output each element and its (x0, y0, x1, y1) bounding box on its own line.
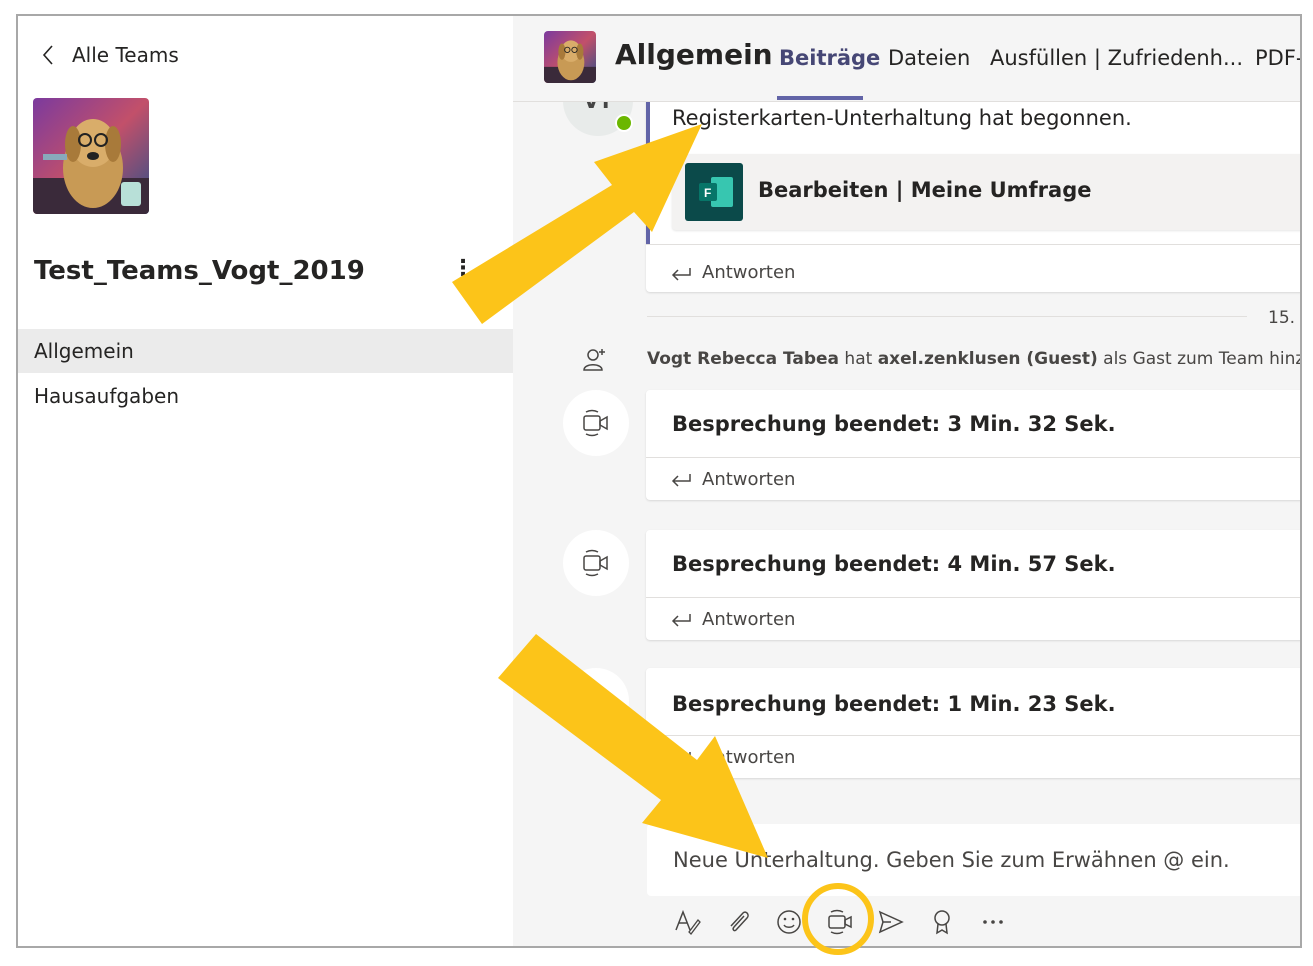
channel-avatar (544, 31, 596, 83)
more-icon (983, 920, 1003, 924)
format-icon (675, 909, 701, 935)
svg-text:F: F (704, 186, 711, 200)
attach-button[interactable] (718, 902, 758, 942)
emoji-icon (777, 910, 801, 934)
team-more-options[interactable]: ⋮ (452, 256, 474, 281)
more-options-button[interactable] (973, 902, 1013, 942)
meeting-card: Besprechung beendet: 4 Min. 57 Sek. Antw… (646, 530, 1300, 640)
compose-toolbar (667, 902, 1024, 942)
chevron-left-icon (42, 45, 53, 65)
add-guest-icon (583, 349, 605, 371)
channel-hausaufgaben[interactable]: Hausaufgaben (18, 374, 513, 418)
meeting-icon-circle (563, 530, 629, 596)
meeting-card: Besprechung beendet: 3 Min. 32 Sek. Antw… (646, 390, 1300, 500)
video-camera-icon (583, 693, 608, 709)
system-user: Vogt Rebecca Tabea (647, 349, 840, 369)
reply-icon (671, 752, 691, 765)
meeting-title: Besprechung beendet: 3 Min. 32 Sek. (672, 412, 1116, 436)
reply-icon (671, 614, 691, 627)
team-avatar[interactable] (33, 98, 149, 214)
meeting-title: Besprechung beendet: 1 Min. 23 Sek. (672, 692, 1116, 716)
meet-now-button[interactable] (820, 902, 860, 942)
meeting-card: Besprechung beendet: 1 Min. 23 Sek. Antw… (646, 668, 1300, 778)
tab-dateien[interactable]: Dateien (888, 46, 970, 70)
dog-scientist-image (544, 31, 596, 83)
reply-button[interactable]: Antworten (646, 244, 1300, 300)
reply-label: Antworten (702, 746, 796, 768)
reply-label: Antworten (702, 608, 796, 630)
back-to-all-teams[interactable]: Alle Teams (36, 42, 179, 68)
channel-title: Allgemein (615, 38, 773, 71)
compose-box[interactable]: Neue Unterhaltung. Geben Sie zum Erwähne… (647, 824, 1300, 896)
team-panel: Alle Teams Test_Teams_Vogt_2019 ⋮ Allgem… (18, 16, 513, 946)
send-button[interactable] (871, 902, 911, 942)
post-accent-bar (646, 86, 650, 244)
tab-beitraege[interactable]: Beiträge (779, 46, 880, 70)
meeting-icon-circle (563, 390, 629, 456)
back-label: Alle Teams (72, 43, 179, 67)
meeting-icon-circle (563, 668, 629, 734)
system-middle: hat (839, 349, 878, 369)
system-tail: als Gast zum Team hinzugefü (1103, 349, 1302, 369)
reply-button[interactable]: Antworten (646, 597, 1300, 640)
reply-button[interactable]: Antworten (646, 457, 1300, 500)
team-name: Test_Teams_Vogt_2019 (34, 256, 365, 286)
teams-window: Alle Teams Test_Teams_Vogt_2019 ⋮ Allgem… (16, 14, 1302, 948)
date-label: 15. (1268, 308, 1296, 328)
date-divider (647, 316, 1247, 317)
format-button[interactable] (667, 902, 707, 942)
tab-ausfuellen[interactable]: Ausfüllen | Zufriedenh... (990, 46, 1243, 70)
active-tab-indicator (777, 96, 863, 100)
reply-label: Antworten (702, 468, 796, 490)
video-camera-icon (583, 409, 608, 437)
meeting-title: Besprechung beendet: 4 Min. 57 Sek. (672, 552, 1116, 576)
compose-placeholder: Neue Unterhaltung. Geben Sie zum Erwähne… (673, 848, 1230, 872)
post-card: Registerkarten-Unterhaltung hat begonnen… (646, 86, 1300, 292)
video-camera-icon (583, 549, 608, 577)
forms-attachment-card[interactable]: F Bearbeiten | Meine Umfrage (672, 154, 1300, 230)
system-guest: axel.zenklusen (Guest) (877, 349, 1098, 369)
emoji-button[interactable] (769, 902, 809, 942)
system-message: Vogt Rebecca Tabea hat axel.zenklusen (G… (647, 349, 1302, 369)
reply-icon (671, 267, 691, 281)
tab-pdf[interactable]: PDF- (1255, 46, 1300, 70)
channel-header: Allgemein Beiträge Dateien Ausfüllen | Z… (513, 16, 1300, 102)
post-text: Registerkarten-Unterhaltung hat begonnen… (672, 106, 1132, 130)
reply-icon (671, 474, 691, 487)
channel-main: VT Registerkarten-Unterhaltung hat begon… (513, 16, 1302, 946)
meet-now-icon (828, 909, 852, 935)
praise-icon (934, 910, 950, 935)
presence-available-icon (615, 114, 633, 132)
forms-icon: F (685, 163, 743, 221)
reply-label: Antworten (702, 262, 796, 283)
attach-icon (730, 911, 749, 932)
send-icon (878, 910, 904, 934)
channel-allgemein[interactable]: Allgemein (18, 329, 513, 373)
reply-button[interactable]: Antworten (646, 735, 1300, 778)
dog-scientist-image (33, 98, 149, 214)
praise-button[interactable] (922, 902, 962, 942)
attachment-title: Bearbeiten | Meine Umfrage (758, 178, 1092, 202)
